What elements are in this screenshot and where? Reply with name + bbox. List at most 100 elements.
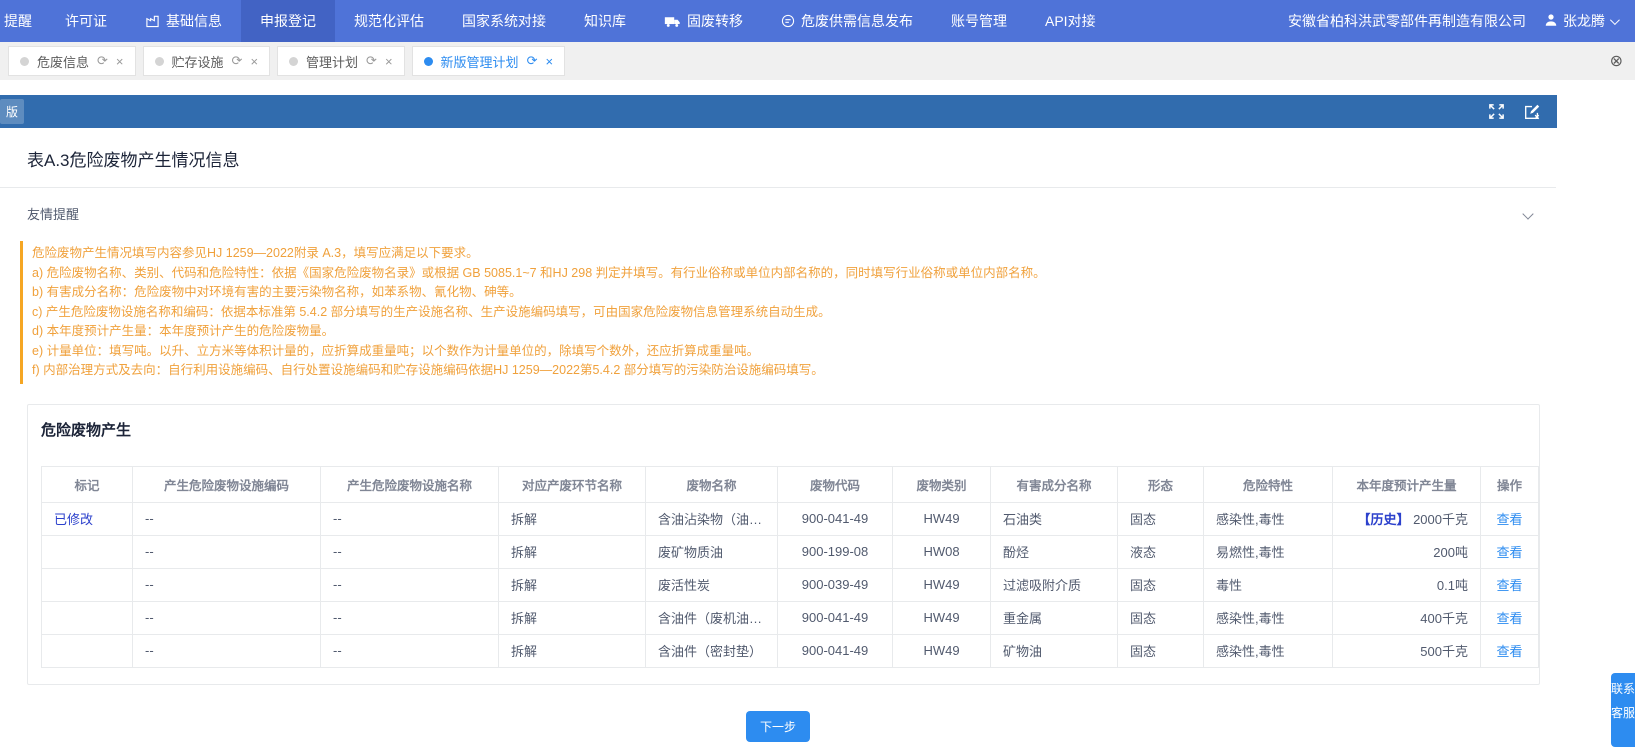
cell-component: 过滤吸附介质 — [991, 568, 1118, 601]
cell-facility-name: -- — [321, 634, 499, 667]
cell-category: HW49 — [893, 568, 991, 601]
waste-table: 标记 产生危险废物设施编码 产生危险废物设施名称 对应产废环节名称 废物名称 废… — [41, 466, 1539, 668]
col-component: 有害成分名称 — [991, 466, 1118, 502]
nav-item-api-connect[interactable]: API对接 — [1026, 0, 1115, 42]
cell-waste-code: 900-199-08 — [778, 535, 893, 568]
tab-label: 危废信息 — [37, 52, 89, 71]
col-quantity: 本年度预计产生量 — [1333, 466, 1481, 502]
nav-item-label: 固废转移 — [687, 11, 743, 31]
cell-waste-code: 900-041-49 — [778, 634, 893, 667]
close-icon[interactable]: × — [385, 54, 393, 69]
cell-facility-code: -- — [133, 634, 321, 667]
refresh-icon[interactable]: ⟳ — [232, 53, 243, 69]
cell-stage: 拆解 — [499, 568, 646, 601]
cell-mark — [42, 535, 133, 568]
nav-item-supply-demand-publish[interactable]: 危废供需信息发布 — [762, 0, 932, 42]
footer: 下一步 — [0, 685, 1556, 742]
factory-icon — [145, 14, 160, 28]
truck-icon — [664, 15, 681, 28]
cell-facility-code: -- — [133, 502, 321, 535]
tab-new-management-plan[interactable]: 新版管理计划 ⟳ × — [412, 46, 566, 76]
cell-form: 固态 — [1118, 634, 1204, 667]
notice-line: a) 危险废物名称、类别、代码和危险特性：依据《国家危险废物名录》或根据 GB … — [32, 264, 1529, 284]
view-link[interactable]: 查看 — [1496, 578, 1522, 593]
reminder-collapse-header[interactable]: 友情提醒 — [0, 188, 1556, 235]
cell-stage: 拆解 — [499, 502, 646, 535]
nav-item-solid-waste-transfer[interactable]: 固废转移 — [645, 0, 762, 42]
quantity-value: 2000千克 — [1413, 512, 1468, 527]
col-action: 操作 — [1481, 466, 1539, 502]
next-step-button[interactable]: 下一步 — [746, 711, 810, 742]
mark-modified[interactable]: 已修改 — [54, 512, 93, 527]
nav-item-knowledge-base[interactable]: 知识库 — [565, 0, 645, 42]
cell-waste-code: 900-041-49 — [778, 601, 893, 634]
chevron-down-icon — [1610, 15, 1620, 25]
tab-label: 贮存设施 — [172, 52, 224, 71]
close-icon[interactable]: × — [545, 54, 553, 69]
notice-line: e) 计量单位：填写吨。以升、立方米等体积计量的，应折算成重量吨；以个数作为计量… — [32, 342, 1529, 362]
cell-facility-code: -- — [133, 535, 321, 568]
section-title: 危险废物产生 — [41, 419, 1526, 440]
nav-item-standard-eval[interactable]: 规范化评估 — [335, 0, 443, 42]
close-all-tabs-icon[interactable]: ⊗ — [1610, 51, 1627, 71]
cell-action: 查看 — [1481, 535, 1539, 568]
cell-quantity: 400千克 — [1333, 601, 1481, 634]
version-tag[interactable]: 版 — [0, 99, 24, 124]
cell-component: 石油类 — [991, 502, 1118, 535]
tab-status-dot — [289, 57, 298, 66]
fullscreen-icon[interactable] — [1488, 103, 1505, 120]
tab-label: 管理计划 — [306, 52, 358, 71]
nav-item-label: 账号管理 — [951, 11, 1007, 31]
nav-item-label: 提醒 — [4, 11, 32, 31]
view-link[interactable]: 查看 — [1496, 611, 1522, 626]
user-menu[interactable]: 张龙腾 — [1544, 11, 1617, 31]
tab-storage-facility[interactable]: 贮存设施 ⟳ × — [143, 46, 271, 76]
cell-form: 固态 — [1118, 568, 1204, 601]
refresh-icon[interactable]: ⟳ — [366, 53, 377, 69]
cell-facility-name: -- — [321, 535, 499, 568]
nav-item-license[interactable]: 许可证 — [46, 0, 126, 42]
refresh-icon[interactable]: ⟳ — [527, 53, 538, 69]
page-title: 表A.3危险废物产生情况信息 — [27, 146, 1556, 171]
cell-action: 查看 — [1481, 502, 1539, 535]
cell-action: 查看 — [1481, 634, 1539, 667]
cell-waste-name: 废活性炭 — [646, 568, 778, 601]
nav-item-national-connect[interactable]: 国家系统对接 — [443, 0, 565, 42]
cell-component: 重金属 — [991, 601, 1118, 634]
cell-component: 酚烃 — [991, 535, 1118, 568]
view-link[interactable]: 查看 — [1496, 545, 1522, 560]
nav-item-label: 国家系统对接 — [462, 11, 546, 31]
nav-item-basic-info[interactable]: 基础信息 — [126, 0, 241, 42]
cell-hazard: 易燃性,毒性 — [1204, 535, 1333, 568]
col-facility-code: 产生危险废物设施编码 — [133, 466, 321, 502]
cell-component: 矿物油 — [991, 634, 1118, 667]
history-link[interactable]: 【历史】 — [1357, 512, 1409, 527]
tab-waste-info[interactable]: 危废信息 ⟳ × — [8, 46, 136, 76]
cell-form: 固态 — [1118, 601, 1204, 634]
nav-item-reminder[interactable]: 提醒 — [0, 0, 46, 42]
publish-circle-icon — [781, 14, 795, 28]
cell-waste-name: 含油件（废机油滤... — [646, 601, 778, 634]
view-link[interactable]: 查看 — [1496, 644, 1522, 659]
quantity-value: 0.1吨 — [1437, 578, 1468, 593]
tab-status-dot — [424, 57, 433, 66]
nav-item-declaration[interactable]: 申报登记 — [241, 0, 335, 42]
cell-hazard: 感染性,毒性 — [1204, 634, 1333, 667]
nav-item-label: 危废供需信息发布 — [801, 11, 913, 31]
tab-management-plan[interactable]: 管理计划 ⟳ × — [277, 46, 405, 76]
collapse-chevron-icon[interactable] — [1522, 208, 1533, 219]
contact-support-button[interactable]: 联系客服 — [1611, 673, 1635, 747]
nav-item-account-management[interactable]: 账号管理 — [932, 0, 1026, 42]
cell-quantity: 500千克 — [1333, 634, 1481, 667]
cell-category: HW49 — [893, 601, 991, 634]
cell-mark — [42, 634, 133, 667]
edit-cancel-icon[interactable] — [1523, 103, 1541, 121]
view-link[interactable]: 查看 — [1496, 512, 1522, 527]
refresh-icon[interactable]: ⟳ — [97, 53, 108, 69]
cell-waste-name: 含油沾染物（油泥... — [646, 502, 778, 535]
close-icon[interactable]: × — [250, 54, 258, 69]
cell-form: 固态 — [1118, 502, 1204, 535]
close-icon[interactable]: × — [116, 54, 124, 69]
table-row: 已修改 -- -- 拆解 含油沾染物（油泥... 900-041-49 HW49… — [42, 502, 1539, 535]
cell-quantity: 【历史】 2000千克 — [1333, 502, 1481, 535]
